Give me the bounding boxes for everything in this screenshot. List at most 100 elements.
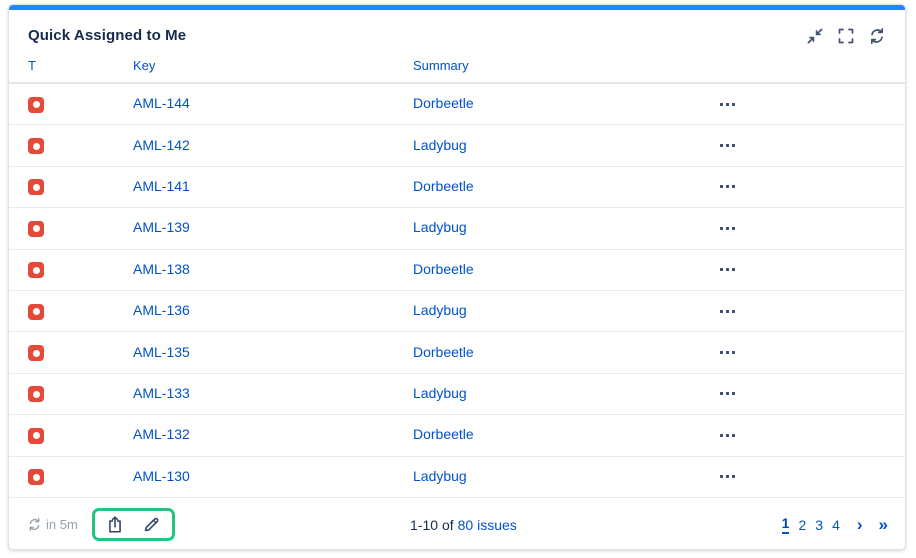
expand-icon	[838, 28, 854, 44]
row-actions-button[interactable]	[716, 306, 739, 317]
cell-issue-type	[28, 219, 133, 237]
pagination: 1 234 › »	[782, 515, 887, 534]
issue-key-link[interactable]: AML-144	[133, 95, 190, 111]
cell-row-actions	[667, 140, 787, 151]
cell-issue-type	[28, 468, 133, 486]
cell-issue-key: AML-144	[133, 95, 413, 113]
cell-issue-summary: Dorbeetle	[413, 426, 667, 444]
pagination-page-link[interactable]: 2	[798, 517, 806, 533]
bug-type-icon	[28, 179, 44, 195]
pagination-page-link[interactable]: 3	[815, 517, 823, 533]
cell-issue-type	[28, 95, 133, 113]
row-actions-button[interactable]	[716, 181, 739, 192]
row-actions-button[interactable]	[716, 347, 739, 358]
cell-issue-type	[28, 302, 133, 320]
table-row: AML-141 Dorbeetle	[9, 167, 905, 208]
row-actions-button[interactable]	[716, 388, 739, 399]
row-actions-button[interactable]	[716, 99, 739, 110]
issue-key-link[interactable]: AML-138	[133, 261, 190, 277]
cell-issue-key: AML-142	[133, 137, 413, 155]
issue-key-link[interactable]: AML-135	[133, 344, 190, 360]
issue-summary-link[interactable]: Dorbeetle	[413, 261, 474, 277]
gadget-title: Quick Assigned to Me	[28, 27, 186, 44]
pencil-icon	[142, 516, 160, 534]
cell-issue-key: AML-133	[133, 385, 413, 403]
issue-key-link[interactable]: AML-141	[133, 178, 190, 194]
refresh-icon	[869, 28, 885, 44]
issue-summary-link[interactable]: Ladybug	[413, 137, 467, 153]
table-row: AML-136 Ladybug	[9, 291, 905, 332]
cell-issue-type	[28, 426, 133, 444]
row-actions-button[interactable]	[716, 223, 739, 234]
row-actions-button[interactable]	[716, 430, 739, 441]
column-header-type[interactable]: T	[28, 58, 133, 73]
row-actions-button[interactable]	[716, 471, 739, 482]
cell-row-actions	[667, 181, 787, 192]
issue-summary-link[interactable]: Ladybug	[413, 468, 467, 484]
issue-key-link[interactable]: AML-136	[133, 302, 190, 318]
cell-issue-summary: Dorbeetle	[413, 261, 667, 279]
column-header-summary[interactable]: Summary	[413, 58, 667, 73]
gadget-footer: in 5m 1-10 of80 issues	[9, 500, 905, 549]
cell-row-actions	[667, 264, 787, 275]
cell-issue-summary: Dorbeetle	[413, 344, 667, 362]
refresh-countdown-label: in 5m	[46, 517, 78, 532]
issue-key-link[interactable]: AML-133	[133, 385, 190, 401]
issue-summary-link[interactable]: Dorbeetle	[413, 426, 474, 442]
cell-row-actions	[667, 347, 787, 358]
collapse-button[interactable]	[806, 27, 823, 44]
results-count-link[interactable]: 80 issues	[458, 517, 517, 533]
results-summary: 1-10 of80 issues	[410, 517, 517, 533]
table-row: AML-142 Ladybug	[9, 125, 905, 166]
issue-summary-link[interactable]: Ladybug	[413, 219, 467, 235]
edit-button[interactable]	[142, 515, 161, 534]
issue-summary-link[interactable]: Ladybug	[413, 302, 467, 318]
cell-issue-type	[28, 385, 133, 403]
bug-type-icon	[28, 262, 44, 278]
cell-issue-key: AML-141	[133, 178, 413, 196]
cell-issue-key: AML-130	[133, 468, 413, 486]
bug-type-icon	[28, 221, 44, 237]
issue-summary-link[interactable]: Dorbeetle	[413, 95, 474, 111]
column-header-key[interactable]: Key	[133, 58, 413, 73]
issue-summary-link[interactable]: Dorbeetle	[413, 178, 474, 194]
issue-table-body: AML-144 Dorbeetle AML-142 Ladybug	[9, 84, 905, 498]
cell-issue-type	[28, 178, 133, 196]
row-actions-button[interactable]	[716, 140, 739, 151]
bug-type-icon	[28, 469, 44, 485]
pagination-next-button[interactable]: ›	[857, 516, 863, 533]
refresh-countdown-icon	[28, 518, 41, 531]
bug-type-icon	[28, 386, 44, 402]
issue-summary-link[interactable]: Dorbeetle	[413, 344, 474, 360]
pagination-page-link[interactable]: 4	[832, 517, 840, 533]
cell-issue-type	[28, 137, 133, 155]
bug-type-icon	[28, 304, 44, 320]
table-row: AML-138 Dorbeetle	[9, 250, 905, 291]
refresh-button[interactable]	[868, 27, 885, 44]
annotation-highlight-box	[92, 508, 175, 541]
pagination-last-button[interactable]: »	[879, 516, 887, 533]
row-actions-button[interactable]	[716, 264, 739, 275]
cell-issue-summary: Ladybug	[413, 137, 667, 155]
cell-issue-key: AML-136	[133, 302, 413, 320]
issue-key-link[interactable]: AML-130	[133, 468, 190, 484]
cell-issue-summary: Ladybug	[413, 468, 667, 486]
issue-key-link[interactable]: AML-132	[133, 426, 190, 442]
table-header-row: T Key Summary	[9, 54, 905, 84]
pagination-page-current[interactable]: 1	[782, 515, 790, 534]
issue-key-link[interactable]: AML-142	[133, 137, 190, 153]
table-row: AML-144 Dorbeetle	[9, 84, 905, 125]
cell-issue-key: AML-139	[133, 219, 413, 237]
issue-key-link[interactable]: AML-139	[133, 219, 190, 235]
bug-type-icon	[28, 428, 44, 444]
maximize-button[interactable]	[837, 27, 854, 44]
cell-row-actions	[667, 306, 787, 317]
issue-summary-link[interactable]: Ladybug	[413, 385, 467, 401]
cell-issue-summary: Dorbeetle	[413, 178, 667, 196]
cell-issue-key: AML-138	[133, 261, 413, 279]
cell-issue-key: AML-135	[133, 344, 413, 362]
share-button[interactable]	[106, 515, 125, 534]
table-row: AML-135 Dorbeetle	[9, 332, 905, 373]
table-row: AML-130 Ladybug	[9, 457, 905, 498]
pagination-pages: 234	[798, 517, 839, 533]
